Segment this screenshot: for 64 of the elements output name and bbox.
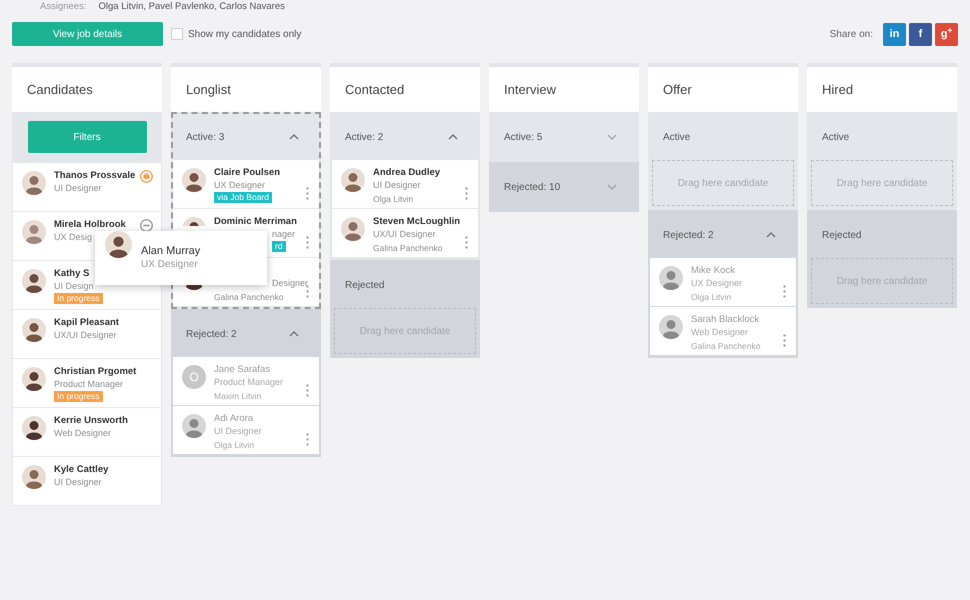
- assignee-name: Olga Litvin: [691, 291, 732, 303]
- candidate-role: UI Designer: [214, 425, 262, 437]
- candidate-role: UX/UI Designer: [373, 228, 436, 240]
- section-label: Rejected: [822, 228, 862, 242]
- candidate-role: UX Designer: [214, 179, 266, 191]
- candidate-role: UI Designer: [54, 476, 102, 488]
- candidate-name: Kathy S: [54, 268, 90, 280]
- assignee-name: Maxim Litvin: [214, 390, 262, 402]
- section-label: Active: 3: [186, 130, 224, 144]
- column-title: Offer: [663, 80, 692, 99]
- candidate-role: UI Designer: [373, 179, 421, 191]
- candidate-name: Adi Arora: [214, 413, 254, 425]
- assignees-value: Olga Litvin, Pavel Pavlenko, Carlos Navares: [98, 1, 285, 13]
- candidate-role: UI Design: [54, 280, 94, 292]
- assignee-name: Galina Panchenko: [691, 340, 760, 352]
- column-title: Contacted: [345, 80, 404, 99]
- candidate-name: Mirela Holbrook: [54, 219, 126, 231]
- assignee-name: Galina Panchenko: [214, 291, 284, 303]
- candidate-name: Claire Poulsen: [214, 167, 280, 179]
- candidate-name: Thanos Prossvale: [54, 170, 136, 182]
- candidate-role: UX Designer: [691, 277, 742, 289]
- candidate-role: Web Designer: [691, 326, 748, 338]
- candidate-name: Sarah Blacklock: [691, 314, 760, 326]
- candidate-name: Dominic Merriman: [214, 216, 297, 228]
- section-label: Active: 5: [504, 130, 542, 144]
- column-title: Interview: [504, 80, 556, 99]
- status-tag: rd: [272, 241, 286, 252]
- candidate-role: Web Designer: [54, 427, 111, 439]
- section-label: Active: [663, 130, 690, 144]
- drop-zone: Drag here candidate: [811, 160, 953, 206]
- candidate-name: Jane Sarafas: [214, 364, 270, 376]
- candidate-name: Kapil Pleasant: [54, 317, 119, 329]
- candidate-name: Kyle Cattley: [54, 464, 108, 476]
- drop-zone: Drag here candidate: [652, 160, 794, 206]
- column-title: Hired: [822, 80, 854, 99]
- section-label: Rejected: 2: [186, 328, 237, 342]
- candidate-role: UX/UI Designer: [54, 329, 117, 341]
- candidate-role: Designer: [272, 277, 308, 289]
- candidate-name: Steven McLoughlin: [373, 216, 460, 228]
- section-label: Active: 2: [345, 130, 384, 144]
- status-tag: In progress: [54, 391, 103, 402]
- checkbox-label: Show my candidates only: [188, 28, 302, 42]
- share-label: Share on:: [830, 28, 873, 42]
- status-tag: via Job Board: [214, 192, 272, 203]
- assignee-name: Olga Litvin: [373, 193, 414, 205]
- assignees-label: Assignees:: [40, 1, 86, 13]
- status-tag: In progress: [54, 293, 103, 304]
- candidate-role: UI Designer: [54, 182, 102, 194]
- candidate-name: Kerrie Unsworth: [54, 415, 128, 427]
- candidate-name: Christian Prgomet: [54, 366, 136, 378]
- section-label: Rejected: [345, 278, 384, 292]
- candidate-name: Andrea Dudley: [373, 167, 440, 179]
- candidate-role: nager: [272, 228, 296, 240]
- candidate-role: Product Manager: [54, 378, 124, 390]
- assignee-name: Olga Litvin: [214, 439, 254, 451]
- candidate-role: UX Desig: [54, 231, 92, 243]
- column-title: Candidates: [27, 80, 93, 99]
- section-label: Active: [822, 130, 850, 144]
- assignee-name: Galina Panchenko: [373, 242, 442, 254]
- section-label: Rejected: 10: [504, 180, 560, 194]
- section-label: Rejected: 2: [663, 228, 714, 242]
- candidate-name: Mike Kock: [691, 265, 735, 277]
- column-title: Longlist: [186, 80, 231, 99]
- candidate-role: Product Manager: [214, 376, 284, 388]
